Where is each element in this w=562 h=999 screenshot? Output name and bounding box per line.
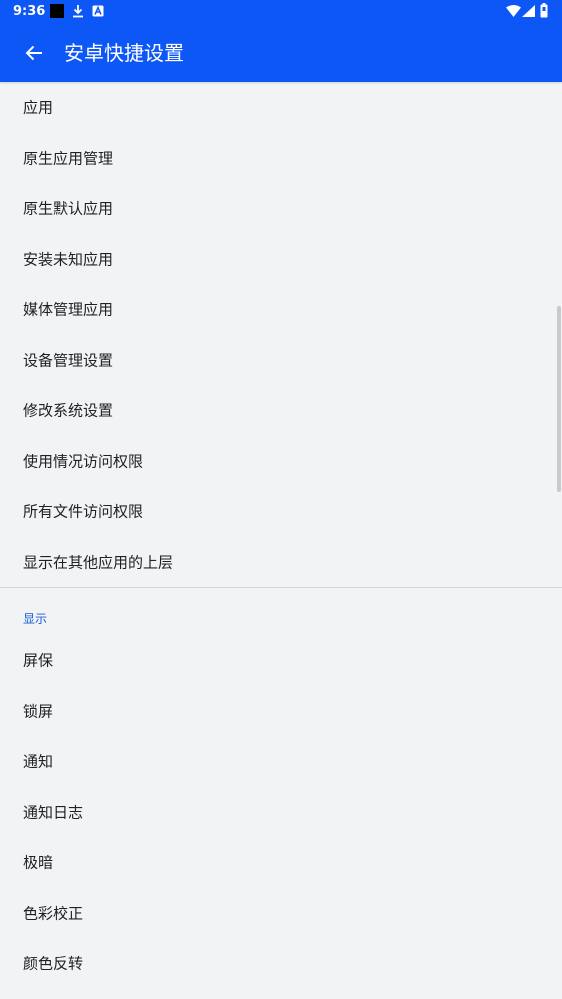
list-item-usage-access[interactable]: 使用情况访问权限 [0,436,562,487]
list-item-label: 锁屏 [23,702,54,721]
section-header-display: 显示 [23,612,48,626]
arrow-back-icon [25,45,42,61]
wifi-icon [506,5,521,17]
list-item-all-files-access[interactable]: 所有文件访问权限 [0,486,562,537]
list-item-device-admin-settings[interactable]: 设备管理设置 [0,335,562,386]
list-item-apps[interactable]: 应用 [0,82,562,133]
list-item-media-management-apps[interactable]: 媒体管理应用 [0,284,562,335]
list-item-modify-system-settings[interactable]: 修改系统设置 [0,385,562,436]
list-item-install-unknown-apps[interactable]: 安装未知应用 [0,234,562,285]
list-item-label: 使用情况访问权限 [23,452,144,471]
list-item-label: 屏保 [23,651,54,670]
list-item-native-default-apps[interactable]: 原生默认应用 [0,183,562,234]
list-item-label: 原生默认应用 [23,199,114,218]
list-item-label: 显示在其他应用的上层 [23,553,174,572]
app-bar: 安卓快捷设置 [0,24,562,82]
list-item-screensaver[interactable]: 屏保 [0,635,562,686]
a-box-icon [92,5,104,17]
status-bar: 9:36 [0,0,562,24]
list-item-label: 原生应用管理 [23,149,114,168]
list-item-extra-dim[interactable]: 极暗 [0,837,562,888]
list-item-notifications[interactable]: 通知 [0,736,562,787]
list-item-notification-log[interactable]: 通知日志 [0,787,562,838]
list-item-label: 颜色反转 [23,954,84,973]
page-title: 安卓快捷设置 [64,41,184,65]
battery-icon [540,3,548,18]
list-item-lock-screen[interactable]: 锁屏 [0,686,562,737]
list-item-label: 修改系统设置 [23,401,114,420]
apps-settings-list: 应用 原生应用管理 原生默认应用 安装未知应用 媒体管理应用 设备管理设置 修改… [0,82,562,587]
scrollbar-thumb[interactable] [557,306,561,492]
list-item-label: 安装未知应用 [23,250,114,269]
back-button[interactable] [14,33,54,73]
download-icon [73,5,83,18]
list-item-label: 通知日志 [23,803,84,822]
black-square-icon [50,4,64,18]
list-item-label: 极暗 [23,853,54,872]
list-item-label: 媒体管理应用 [23,300,114,319]
list-item-label: 通知 [23,752,54,771]
display-settings-list: 屏保 锁屏 通知 通知日志 极暗 色彩校正 颜色反转 [0,635,562,989]
list-item-label: 应用 [23,98,54,117]
list-item-native-app-management[interactable]: 原生应用管理 [0,133,562,184]
section-divider [0,587,562,588]
list-item-color-inversion[interactable]: 颜色反转 [0,938,562,989]
signal-icon [522,5,535,17]
list-item-label: 色彩校正 [23,904,84,923]
list-item-label: 设备管理设置 [23,351,114,370]
list-item-label: 所有文件访问权限 [23,502,144,521]
list-item-display-over-other-apps[interactable]: 显示在其他应用的上层 [0,537,562,588]
list-item-color-correction[interactable]: 色彩校正 [0,888,562,939]
status-time: 9:36 [13,4,46,19]
